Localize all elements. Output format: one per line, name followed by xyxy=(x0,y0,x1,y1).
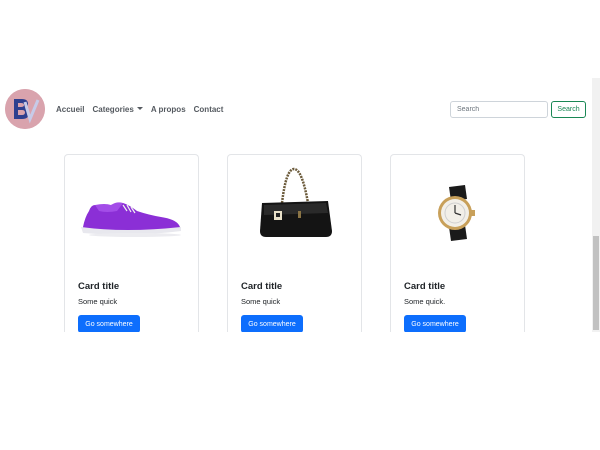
nav-link-categories-label: Categories xyxy=(92,105,134,114)
page-background xyxy=(0,332,600,450)
bv-logo-icon xyxy=(5,89,45,129)
brand-logo[interactable] xyxy=(5,89,45,129)
nav-link-categories[interactable]: Categories xyxy=(92,104,143,116)
search-button[interactable]: Search xyxy=(551,101,586,118)
product-card: Card title Some quick Go somewhere xyxy=(227,154,362,334)
nav-link-contact[interactable]: Contact xyxy=(194,104,224,116)
card-title: Card title xyxy=(241,281,283,292)
nav-link-accueil[interactable]: Accueil xyxy=(56,104,84,116)
product-card: Card title Some quick. Go somewhere xyxy=(390,154,525,334)
go-somewhere-button[interactable]: Go somewhere xyxy=(404,315,466,333)
search-input[interactable] xyxy=(450,101,548,118)
watch-image xyxy=(438,185,475,241)
card-title: Card title xyxy=(404,281,446,292)
card-text: Some quick. xyxy=(404,297,446,306)
caret-down-icon xyxy=(136,107,143,110)
scrollbar-thumb[interactable] xyxy=(593,236,599,330)
sneaker-image xyxy=(81,202,181,237)
card-text: Some quick xyxy=(78,297,118,306)
go-somewhere-button[interactable]: Go somewhere xyxy=(241,315,303,333)
product-card: Card title Some quick Go somewhere xyxy=(64,154,199,334)
card-text: Some quick xyxy=(241,297,281,306)
card-title: Card title xyxy=(78,281,120,292)
handbag-image xyxy=(260,167,332,237)
scrollbar[interactable] xyxy=(592,78,600,332)
nav-links: Accueil Categories A propos Contact xyxy=(56,104,231,116)
go-somewhere-button[interactable]: Go somewhere xyxy=(78,315,140,333)
nav-link-a-propos[interactable]: A propos xyxy=(151,104,186,116)
